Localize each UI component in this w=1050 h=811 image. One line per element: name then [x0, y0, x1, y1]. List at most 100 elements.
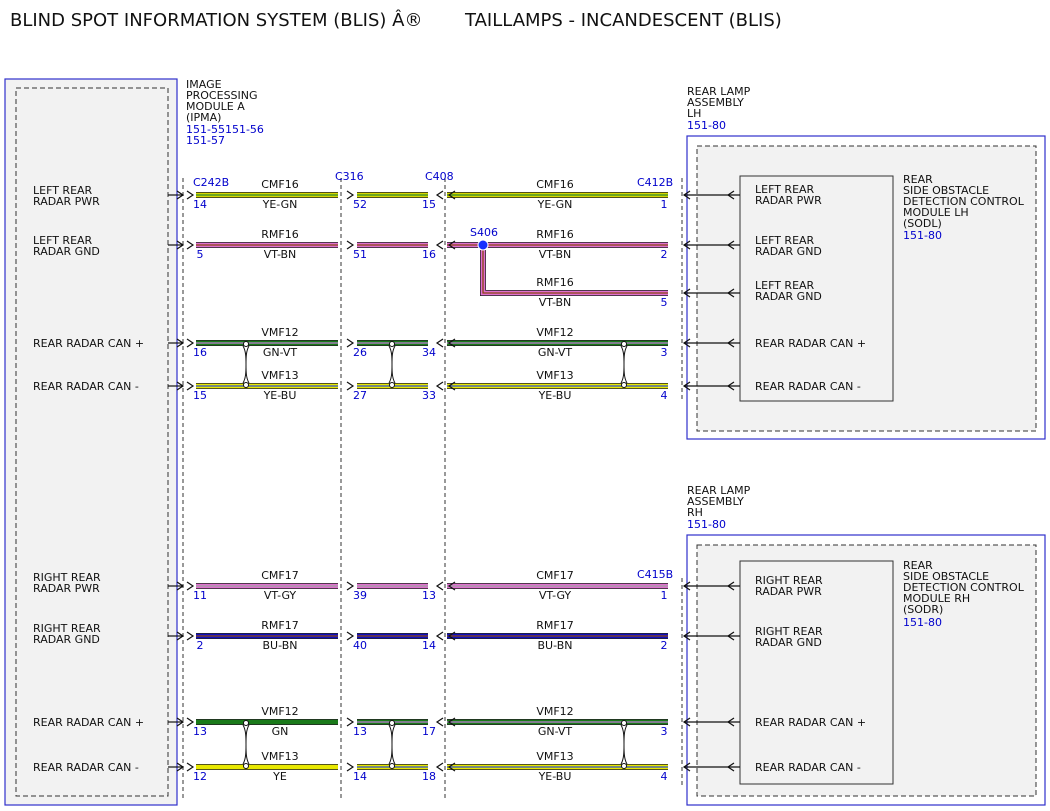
sodr-line-5: (SODR)	[903, 603, 943, 616]
sodl-pin-label: RADAR GND	[755, 290, 822, 303]
wire-label: GN-VT	[538, 346, 573, 359]
wire-harness: CMF16YE-GNCMF16YE-GN14 52 15 1RMF16VT-BNRMF…	[168, 178, 740, 783]
wire-label: YE-BU	[263, 389, 297, 402]
wire-label: CMF16	[261, 178, 299, 191]
wire-stripe	[482, 250, 668, 294]
twist-end-icon	[243, 720, 249, 726]
wire-label: RMF16	[261, 228, 298, 241]
twisted-pair-icon	[620, 345, 628, 384]
sodr-pin-label: REAR RADAR CAN +	[755, 716, 866, 729]
pin-arrow-icon	[435, 717, 444, 727]
connector-c242b-label[interactable]: C242B	[193, 176, 229, 189]
pin-number: 16	[193, 346, 207, 359]
sodl-pin-label: RADAR GND	[755, 245, 822, 258]
pin-number: 39	[353, 589, 367, 602]
pin-number: 17	[422, 725, 436, 738]
wire-segment[interactable]	[480, 250, 668, 296]
ipma-pin-label: RADAR GND	[33, 245, 100, 258]
ipma-ref-2[interactable]: 151-57	[186, 134, 225, 147]
wire-label: YE-BU	[538, 770, 572, 783]
pin-arrow-icon	[186, 240, 195, 250]
pin-number: 2	[661, 248, 668, 261]
wire-label: YE-GN	[262, 198, 298, 211]
twist-end-icon	[389, 341, 395, 347]
pin-number: 1	[661, 198, 668, 211]
pin-number: 14	[193, 198, 207, 211]
pin-arrow-icon	[435, 381, 444, 391]
twisted-pair-icon	[242, 345, 250, 384]
ipma-label: IMAGE PROCESSING MODULE A (IPMA) 151-551…	[186, 78, 264, 147]
pin-number: 33	[422, 389, 436, 402]
wire-label: GN	[272, 725, 289, 738]
connector-c316-label[interactable]: C316	[335, 170, 364, 183]
pin-arrow-icon	[435, 631, 444, 641]
twist-end-icon	[621, 341, 627, 347]
wire-label: RMF17	[536, 619, 573, 632]
wiring-diagram: BLIND SPOT INFORMATION SYSTEM (BLIS) Â® …	[4, 9, 1046, 806]
pin-number: 18	[422, 770, 436, 783]
twist-end-icon	[243, 763, 249, 769]
wire-label: VMF12	[261, 326, 298, 339]
wire-label: VT-GY	[539, 589, 572, 602]
sodr-pin-label: REAR RADAR CAN -	[755, 761, 861, 774]
pin-number: 11	[193, 589, 207, 602]
twisted-pair-icon	[242, 724, 250, 765]
wire-label: VMF13	[261, 750, 298, 763]
pin-number: 40	[353, 639, 367, 652]
wire-label: GN-VT	[263, 346, 298, 359]
wire-label: BU-BN	[263, 639, 298, 652]
wire-label: VT-GY	[264, 589, 297, 602]
wire-label: VT-BN	[539, 296, 572, 309]
wire-label: VMF12	[261, 705, 298, 718]
wire-label: VT-BN	[539, 248, 572, 261]
twist-end-icon	[243, 341, 249, 347]
twist-end-icon	[621, 763, 627, 769]
sodl-pin-label: REAR RADAR CAN -	[755, 380, 861, 393]
pin-number: 15	[193, 389, 207, 402]
ipma-pin-label: RADAR PWR	[33, 195, 100, 208]
pin-number: 26	[353, 346, 367, 359]
ipma-pin-label: REAR RADAR CAN +	[33, 716, 144, 729]
pin-number: 2	[661, 639, 668, 652]
pin-number: 3	[661, 346, 668, 359]
wire-label: VMF13	[261, 369, 298, 382]
pin-number: 14	[353, 770, 367, 783]
connector-c408-label[interactable]: C408	[425, 170, 454, 183]
ipma-pin-label: RADAR PWR	[33, 582, 100, 595]
lamp-lh-label: REAR LAMP ASSEMBLY LH 151-80	[687, 85, 751, 132]
pin-number: 13	[422, 589, 436, 602]
pin-number: 2	[197, 639, 204, 652]
splice-s406-dot[interactable]	[477, 239, 489, 251]
connector-c412b-label[interactable]: C412B	[637, 176, 673, 189]
wire-label: CMF16	[536, 178, 574, 191]
splice-s406-label[interactable]: S406	[470, 226, 498, 239]
wire-label: GN-VT	[538, 725, 573, 738]
pin-number: 52	[353, 198, 367, 211]
pin-arrow-icon	[186, 631, 195, 641]
pin-number: 15	[422, 198, 436, 211]
pin-number: 16	[422, 248, 436, 261]
page-subtitle: TAILLAMPS - INCANDESCENT (BLIS)	[464, 10, 782, 31]
lamp-lh-ref[interactable]: 151-80	[687, 119, 726, 132]
wire-label: VT-BN	[264, 248, 297, 261]
connector-c415b-label[interactable]: C415B	[637, 568, 673, 581]
wire-label: RMF16	[536, 228, 573, 241]
twist-end-icon	[621, 382, 627, 388]
twisted-pair-icon	[620, 724, 628, 765]
sodr-pin-label: RADAR PWR	[755, 585, 822, 598]
twisted-pair-icon	[388, 345, 396, 384]
pin-number: 13	[193, 725, 207, 738]
sodl-ref[interactable]: 151-80	[903, 229, 942, 242]
wire-label: RMF17	[261, 619, 298, 632]
pin-number: 14	[422, 639, 436, 652]
pin-arrow-icon	[435, 762, 444, 772]
wire-label: CMF17	[261, 569, 299, 582]
wire-label: CMF17	[536, 569, 574, 582]
wire-label: BU-BN	[538, 639, 573, 652]
sodr-ref[interactable]: 151-80	[903, 616, 942, 629]
twist-end-icon	[243, 382, 249, 388]
twist-end-icon	[389, 382, 395, 388]
lamp-rh-ref[interactable]: 151-80	[687, 518, 726, 531]
pin-number: 51	[353, 248, 367, 261]
pin-number: 12	[193, 770, 207, 783]
